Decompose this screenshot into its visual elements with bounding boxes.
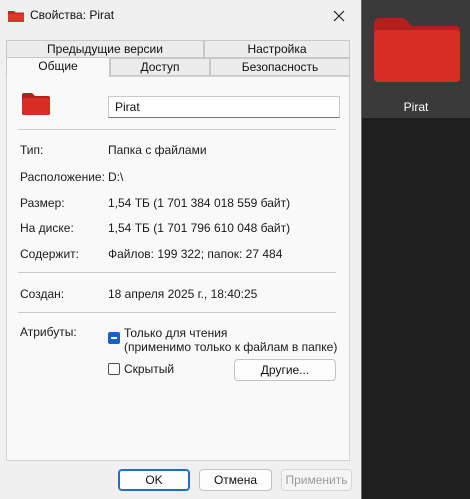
folder-name-input[interactable] bbox=[108, 96, 340, 118]
desktop-folder-label[interactable]: Pirat bbox=[362, 100, 470, 114]
created-label: Создан: bbox=[20, 287, 65, 301]
contains-value: Файлов: 199 322; папок: 27 484 bbox=[108, 247, 283, 261]
size-on-disk-value: 1,54 ТБ (1 701 796 610 048 байт) bbox=[108, 221, 291, 235]
readonly-note: (применимо только к файлам в папке) bbox=[124, 340, 338, 354]
location-value[interactable]: D:\ bbox=[108, 170, 123, 184]
divider bbox=[18, 272, 336, 273]
window-title: Свойства: Pirat bbox=[30, 8, 115, 22]
hidden-label[interactable]: Скрытый bbox=[124, 362, 174, 376]
readonly-checkbox[interactable] bbox=[108, 332, 120, 344]
folder-icon bbox=[8, 10, 24, 22]
type-value: Папка с файлами bbox=[108, 143, 207, 157]
hidden-checkbox[interactable] bbox=[108, 363, 120, 375]
size-on-disk-label: На диске: bbox=[20, 221, 74, 235]
close-icon bbox=[333, 10, 345, 22]
tab-customize[interactable]: Настройка bbox=[204, 40, 350, 58]
attributes-label: Атрибуты: bbox=[20, 325, 77, 339]
divider bbox=[18, 312, 336, 313]
desktop-folder-icon[interactable] bbox=[372, 16, 462, 84]
cancel-button[interactable]: Отмена bbox=[199, 469, 272, 491]
tab-sharing[interactable]: Доступ bbox=[110, 58, 210, 76]
other-attributes-button[interactable]: Другие... bbox=[234, 359, 336, 381]
properties-dialog: Свойства: Pirat Предыдущие версии Настро… bbox=[0, 0, 362, 499]
size-value: 1,54 ТБ (1 701 384 018 559 байт) bbox=[108, 196, 291, 210]
ok-button[interactable]: OK bbox=[118, 469, 190, 491]
close-button[interactable] bbox=[316, 0, 362, 32]
readonly-label[interactable]: Только для чтения bbox=[124, 326, 227, 340]
tab-previous-versions[interactable]: Предыдущие версии bbox=[6, 40, 204, 58]
contains-label: Содержит: bbox=[20, 247, 79, 261]
apply-button[interactable]: Применить bbox=[281, 469, 352, 491]
tab-security[interactable]: Безопасность bbox=[210, 58, 350, 76]
created-value: 18 апреля 2025 г., 18:40:25 bbox=[108, 287, 258, 301]
divider bbox=[18, 129, 336, 130]
location-label: Расположение: bbox=[20, 170, 105, 184]
type-label: Тип: bbox=[20, 143, 44, 157]
size-label: Размер: bbox=[20, 196, 65, 210]
folder-icon bbox=[22, 93, 50, 115]
tab-general[interactable]: Общие bbox=[6, 57, 110, 77]
title-bar[interactable]: Свойства: Pirat bbox=[0, 0, 362, 32]
general-tab-panel bbox=[6, 76, 350, 461]
